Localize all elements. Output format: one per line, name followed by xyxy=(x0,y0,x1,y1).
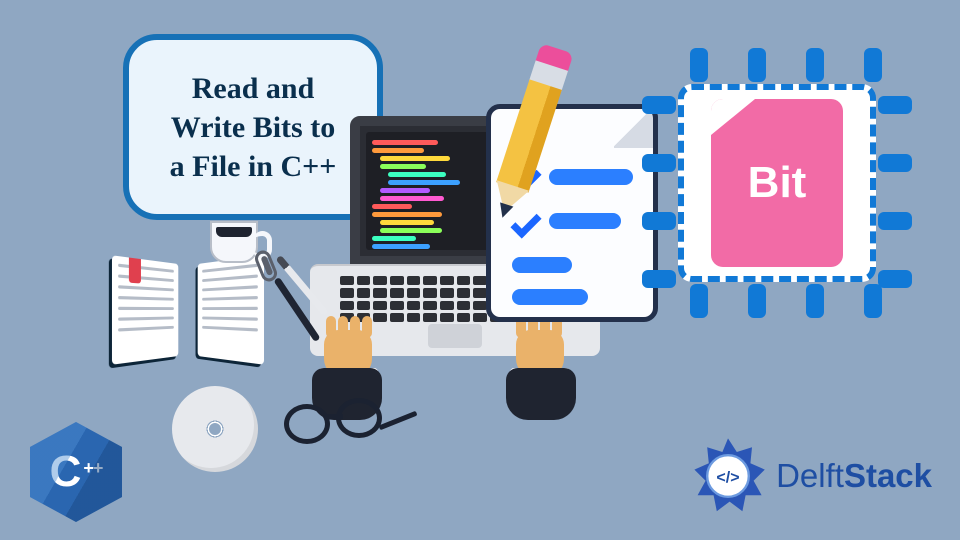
brand-bold: Stack xyxy=(844,457,932,494)
brand-tag-symbol: </> xyxy=(717,469,740,486)
bit-label: Bit xyxy=(748,158,807,208)
delftstack-logo-icon: </> xyxy=(688,436,768,516)
laptop-trackpad xyxy=(428,324,482,348)
title-line-1: Read and xyxy=(192,72,315,105)
coffee-mug-icon xyxy=(210,221,258,263)
brand-prefix: Delft xyxy=(776,457,844,494)
cpp-plusplus: ++ xyxy=(83,458,102,479)
cpp-hexagon: C ++ xyxy=(30,422,122,522)
chip-body: Bit xyxy=(678,84,876,282)
open-book-icon xyxy=(108,260,268,370)
chip-bit-icon: Bit xyxy=(640,46,914,320)
hand-right xyxy=(504,330,578,414)
bit-card: Bit xyxy=(711,99,843,267)
cpp-logo: C ++ xyxy=(30,422,122,522)
cpp-c: C xyxy=(50,447,82,497)
brand-name: DelftStack xyxy=(776,457,932,495)
cd-disc-icon xyxy=(172,386,258,472)
delftstack-brand: </> DelftStack xyxy=(688,436,932,516)
